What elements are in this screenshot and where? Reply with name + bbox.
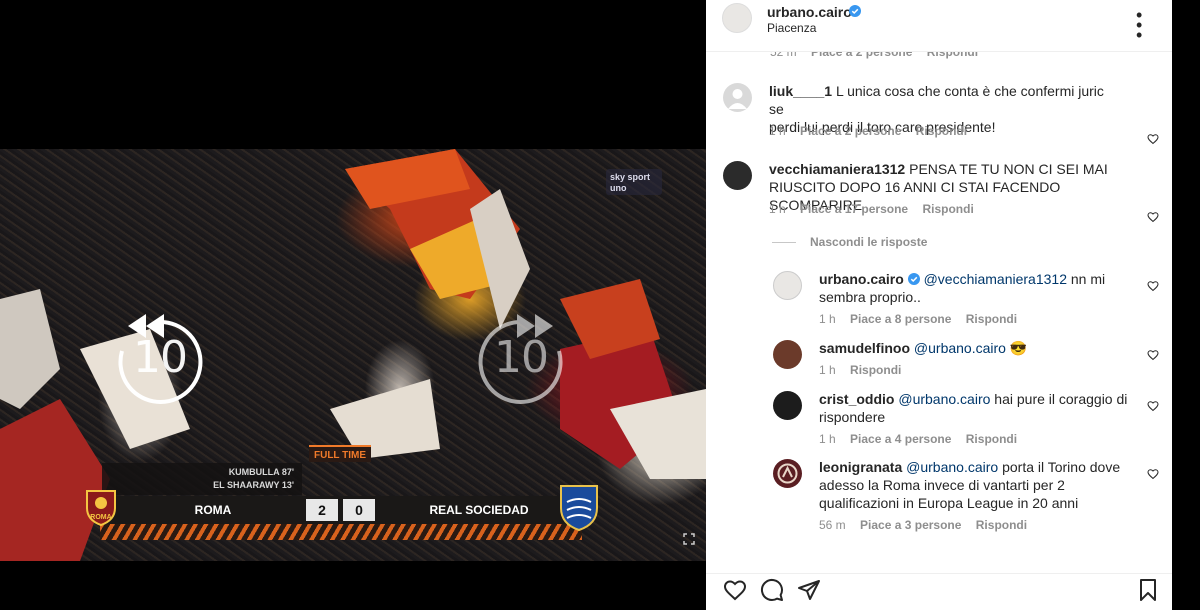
away-team-name: REAL SOCIEDAD (429, 503, 529, 517)
reply-body-line3: qualificazioni in Europa League in 20 an… (819, 495, 1079, 511)
reply-body-line1: porta il Torino dove (1002, 459, 1121, 475)
like-reply-heart-icon[interactable] (1147, 399, 1159, 412)
scoreboard: ROMA 2 0 REAL SOCIEDAD (100, 496, 582, 524)
comments-panel: 52 m Piace a 2 persone Rispondi liuk____… (706, 0, 1172, 610)
reply-time: 56 m (819, 518, 846, 532)
reply-username[interactable]: samudelfinoo (819, 340, 910, 356)
reply-likes[interactable]: Piace a 8 persone (850, 312, 951, 326)
like-comment-heart-icon[interactable] (1147, 210, 1159, 223)
comment-username[interactable]: liuk____1 (769, 83, 832, 99)
reply-button[interactable]: Rispondi (976, 518, 1027, 532)
reply-emoji: 😎 (1009, 340, 1028, 356)
hide-replies-button[interactable]: Nascondi le risposte (810, 235, 927, 249)
real-sociedad-crest-icon (560, 485, 598, 532)
comments-list[interactable]: 52 m Piace a 2 persone Rispondi liuk____… (706, 40, 1172, 573)
match-status: FULL TIME (309, 445, 371, 462)
reply-button[interactable]: Rispondi (922, 202, 973, 216)
like-reply-heart-icon[interactable] (1147, 467, 1159, 480)
comment-meta: 1 h Piace a 2 persone Rispondi (769, 124, 978, 138)
reply-text: leonigranata @urbano.cairo porta il Tori… (819, 458, 1139, 512)
post-media[interactable]: sky sport uno 10 10 FULL TIME KUMBULLA 8… (0, 0, 706, 610)
page-background (1172, 0, 1200, 610)
comment-time: 1 h (769, 202, 786, 216)
channel-logo: sky sport uno (606, 169, 662, 195)
reply-button[interactable]: Rispondi (966, 432, 1017, 446)
reply-mention[interactable]: @urbano.cairo (898, 391, 990, 407)
reply-time: 1 h (819, 432, 836, 446)
share-icon[interactable] (797, 578, 821, 602)
skip-forward-seconds: 10 (494, 332, 549, 383)
reply-button[interactable]: Rispondi (966, 312, 1017, 326)
roma-crest-label: ROMA (90, 514, 112, 521)
reply-likes[interactable]: Piace a 4 persone (850, 432, 951, 446)
verified-badge-icon (907, 273, 920, 285)
default-avatar-icon (728, 89, 747, 109)
comment-time: 1 h (769, 124, 786, 138)
reply-username[interactable]: leonigranata (819, 459, 902, 475)
reply-body-line1: nn mi (1070, 271, 1106, 287)
scorers-list: KUMBULLA 87' EL SHAARAWY 13' (102, 463, 302, 495)
reply-text: crist_oddio @urbano.cairo hai pure il co… (819, 390, 1139, 426)
reply-meta: 56 m Piace a 3 persone Rispondi (819, 518, 1038, 532)
comment-username[interactable]: vecchiamaniera1312 (769, 161, 905, 177)
more-options-icon[interactable]: • • • (1136, 6, 1156, 44)
comment-meta: 1 h Piace a 17 persone Rispondi (769, 202, 985, 216)
comment-likes[interactable]: Piace a 2 persone (800, 124, 901, 138)
reply-meta: 1 h Piace a 4 persone Rispondi (819, 432, 1028, 446)
reply-body-line2: rispondere (819, 409, 886, 425)
avatar[interactable] (773, 459, 802, 488)
reply-text: samudelfinoo @urbano.cairo 😎 (819, 339, 1139, 357)
home-team-name: ROMA (194, 503, 232, 517)
reply-meta: 1 h Piace a 8 persone Rispondi (819, 312, 1028, 326)
scorer-1: KUMBULLA 87' (228, 467, 294, 477)
post-location[interactable]: Piacenza (767, 21, 816, 35)
reply-meta: 1 h Rispondi (819, 363, 912, 377)
comment-body-line1: PENSA TE TU NON CI SEI MAI (909, 161, 1108, 177)
reply-body-line1: hai pure il coraggio di (994, 391, 1128, 407)
like-reply-heart-icon[interactable] (1147, 348, 1159, 361)
reply-time: 1 h (819, 312, 836, 326)
replies-divider (772, 242, 796, 243)
reply-mention[interactable]: @urbano.cairo (906, 459, 998, 475)
like-reply-heart-icon[interactable] (1147, 279, 1159, 292)
avatar[interactable] (773, 340, 802, 369)
reply-username[interactable]: crist_oddio (819, 391, 894, 407)
skip-back-seconds: 10 (133, 332, 188, 383)
verified-badge-icon (849, 5, 861, 17)
avatar[interactable] (773, 271, 802, 300)
scoreboard-stripe (100, 524, 582, 540)
home-score: 2 (306, 499, 338, 521)
post-username[interactable]: urbano.cairo (767, 4, 852, 20)
reply-button[interactable]: Rispondi (916, 124, 967, 138)
reply-text: urbano.cairo @vecchiamaniera1312 nn mi s… (819, 270, 1139, 306)
avatar[interactable] (723, 83, 752, 112)
reply-body-line2: sembra proprio.. (819, 289, 921, 305)
avatar[interactable] (773, 391, 802, 420)
scorer-2: EL SHAARAWY 13' (213, 480, 294, 490)
avatar[interactable] (723, 161, 752, 190)
reply-time: 1 h (819, 363, 836, 377)
comment-likes[interactable]: Piace a 17 persone (800, 202, 908, 216)
reply-likes[interactable]: Piace a 3 persone (860, 518, 961, 532)
torino-logo-icon (777, 463, 798, 484)
fullscreen-icon[interactable] (683, 533, 695, 545)
away-score: 0 (343, 499, 375, 521)
avatar[interactable] (722, 3, 752, 33)
channel-logo-text: sky sport uno (610, 172, 651, 193)
post-header: urbano.cairo Piacenza • • • (706, 0, 1172, 52)
reply-button[interactable]: Rispondi (850, 363, 901, 377)
like-comment-heart-icon[interactable] (1147, 132, 1159, 145)
reply-mention[interactable]: @vecchiamaniera1312 (924, 271, 1067, 287)
heart-icon[interactable] (723, 578, 747, 602)
bookmark-icon[interactable] (1136, 578, 1160, 602)
skip-back-button[interactable]: 10 (112, 296, 208, 406)
comment-icon[interactable] (760, 578, 784, 602)
reply-username[interactable]: urbano.cairo (819, 271, 904, 287)
reply-mention[interactable]: @urbano.cairo (914, 340, 1006, 356)
post-action-bar (706, 573, 1172, 610)
skip-forward-button[interactable]: 10 (473, 296, 569, 406)
reply-body-line2: adesso la Roma invece di vantarti per 2 (819, 477, 1065, 493)
